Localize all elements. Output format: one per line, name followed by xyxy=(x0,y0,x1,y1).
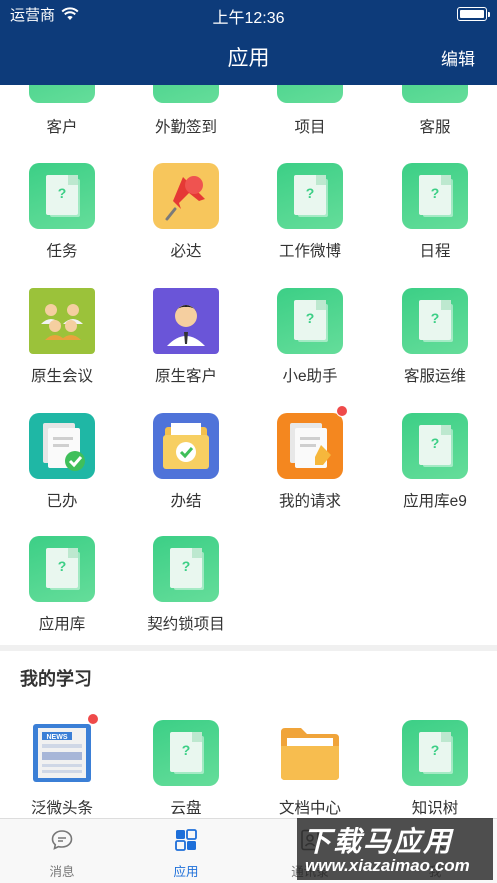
app-header: 运营商 上午12:36 应用 编辑 xyxy=(0,0,497,85)
finished-folder-icon xyxy=(153,413,219,479)
tab-messages[interactable]: 消息 xyxy=(0,819,124,883)
app-label: 办结 xyxy=(170,493,202,510)
chat-bubble-icon xyxy=(51,830,73,850)
app-label: 应用库e9 xyxy=(403,493,467,510)
notification-badge xyxy=(87,713,99,725)
doc-icon: ? xyxy=(29,536,95,602)
doc-icon: ? xyxy=(402,720,468,786)
app-label: 项目 xyxy=(294,119,326,136)
app-label: 外勤签到 xyxy=(154,119,217,136)
section-divider xyxy=(0,645,497,651)
app-label: 原生会议 xyxy=(30,368,93,385)
request-docs-icon xyxy=(277,413,343,479)
doc-icon: ? xyxy=(277,288,343,354)
watermark-sub: www.xiazaimao.com xyxy=(305,856,470,875)
app-label: 客服 xyxy=(419,119,451,136)
apps-grid-icon xyxy=(175,829,197,851)
tab-label: 应用 xyxy=(173,865,199,879)
app-label: 契约锁项目 xyxy=(147,616,225,633)
app-label: 我的请求 xyxy=(278,493,341,510)
doc-icon: ? xyxy=(153,536,219,602)
notification-badge xyxy=(336,405,348,417)
folder-icon xyxy=(277,720,343,786)
wifi-icon xyxy=(61,7,79,20)
app-label: 客户 xyxy=(46,119,78,136)
app-label: 文档中心 xyxy=(278,800,341,817)
battery-icon xyxy=(457,7,490,21)
doc-icon: ? xyxy=(153,720,219,786)
status-bar: 运营商 xyxy=(0,0,497,28)
pushpin-icon xyxy=(153,163,219,229)
edit-button[interactable]: 编辑 xyxy=(441,45,475,70)
watermark-overlay: 下载马应用 www.xiazaimao.com xyxy=(297,818,493,880)
app-label: 云盘 xyxy=(170,800,202,817)
doc-icon xyxy=(402,85,468,103)
tab-label: 消息 xyxy=(49,865,75,879)
tab-apps[interactable]: 应用 xyxy=(124,819,248,883)
app-label: 知识树 xyxy=(411,800,459,817)
svg-text:NEWS: NEWS xyxy=(47,734,68,741)
app-label: 小e助手 xyxy=(282,368,338,385)
done-docs-icon xyxy=(29,413,95,479)
app-label: 必达 xyxy=(170,243,202,260)
meeting-people-icon xyxy=(29,288,95,354)
app-label: 工作微博 xyxy=(278,243,341,260)
app-label: 已办 xyxy=(46,493,78,510)
app-label: 日程 xyxy=(419,243,451,260)
doc-icon xyxy=(277,85,343,103)
doc-icon: ? xyxy=(402,163,468,229)
nav-bar: 应用 编辑 xyxy=(0,28,497,85)
section-title-learning: 我的学习 xyxy=(20,669,92,689)
doc-icon: ? xyxy=(402,288,468,354)
app-label: 任务 xyxy=(46,243,78,260)
apps-content[interactable]: 客户 外勤签到 项目 客服 ? 任务 必达 ? 工作微博 ? 日程 原生会议 原… xyxy=(0,85,497,818)
doc-icon xyxy=(29,85,95,103)
app-label: 原生客户 xyxy=(154,368,217,385)
app-label: 客服运维 xyxy=(403,368,466,385)
doc-icon: ? xyxy=(402,413,468,479)
page-title: 应用 xyxy=(227,46,270,70)
doc-icon: ? xyxy=(277,163,343,229)
doc-icon: ? xyxy=(29,163,95,229)
news-icon: NEWS xyxy=(29,720,95,786)
app-label: 泛微头条 xyxy=(30,800,93,817)
doc-icon xyxy=(153,85,219,103)
customer-person-icon xyxy=(153,288,219,354)
app-label: 应用库 xyxy=(38,616,86,633)
watermark-main: 下载马应用 xyxy=(303,826,454,857)
carrier-label: 运营商 xyxy=(10,6,56,24)
